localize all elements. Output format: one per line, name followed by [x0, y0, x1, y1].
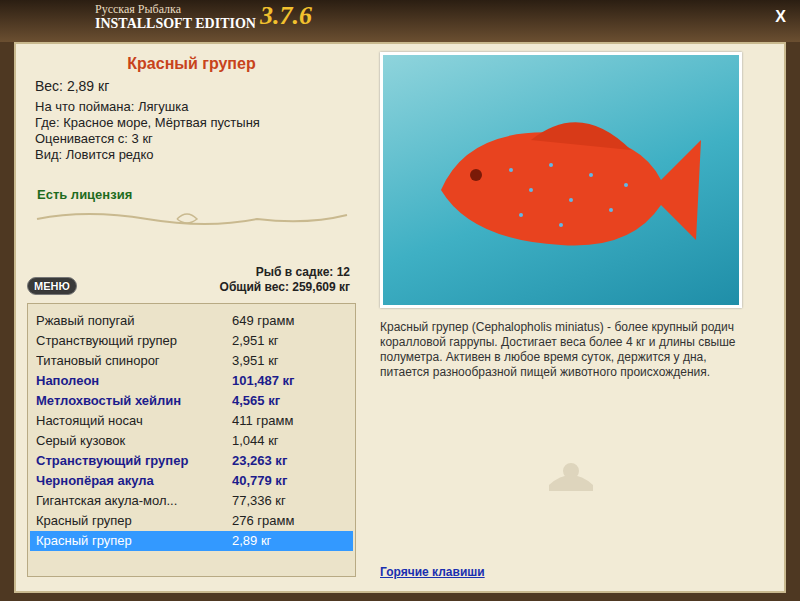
fish-name: Красный групер [27, 56, 356, 72]
catch-row-content: Чернопёрая акула40,779 кг [36, 471, 353, 491]
catch-row[interactable]: Серый кузовок1,044 кг [30, 431, 353, 451]
catch-row-content: Странствующий групер23,263 кг [36, 451, 353, 471]
game-logo: Русская Рыбалка INSTALLSOFT EDITION 3.7.… [95, 3, 312, 32]
catch-weight: 649 грамм [232, 311, 294, 331]
catch-weight: 276 грамм [232, 511, 294, 531]
catch-name: Гигантская акула-мол... [36, 491, 232, 511]
right-column: Красный групер (Cephalopholis miniatus) … [366, 44, 784, 591]
catch-name: Настоящий носач [36, 411, 232, 431]
catch-list: Ржавый попугай649 граммСтранствующий гру… [27, 303, 356, 577]
catch-weight: 2,951 кг [232, 331, 279, 351]
keepnet-count: Рыб в садке: 12 [220, 265, 350, 280]
fisherman-watermark-icon [541, 445, 601, 495]
catch-row[interactable]: Гигантская акула-мол...77,336 кг [30, 491, 353, 511]
watermark-area [380, 380, 762, 559]
fish-detail: На что поймана: Лягушка [27, 99, 356, 115]
license-status: Есть лицензия [27, 187, 356, 203]
catch-row[interactable]: Наполеон101,487 кг [30, 371, 353, 391]
catch-name: Метлохвостый хейлин [36, 391, 232, 411]
catch-name: Наполеон [36, 371, 232, 391]
catch-weight: 2,89 кг [232, 531, 271, 551]
fish-details: На что поймана: ЛягушкаГде: Красное море… [27, 99, 356, 163]
catch-row[interactable]: Красный групер2,89 кг [30, 531, 353, 551]
menu-button[interactable]: МЕНЮ [27, 277, 77, 295]
ornament-icon [27, 207, 357, 229]
parchment-panel: Красный групер Вес: 2,89 кг На что пойма… [14, 42, 786, 593]
catch-weight: 3,951 кг [232, 351, 279, 371]
catch-row-content: Гигантская акула-мол...77,336 кг [36, 491, 353, 511]
fish-description: Красный групер (Cephalopholis miniatus) … [380, 320, 742, 380]
logo-title: Русская Рыбалка [95, 3, 256, 16]
game-window: Русская Рыбалка INSTALLSOFT EDITION 3.7.… [0, 0, 800, 601]
catch-row-content: Настоящий носач411 грамм [36, 411, 353, 431]
fish-info: Красный групер Вес: 2,89 кг На что пойма… [27, 50, 356, 255]
catch-row[interactable]: Метлохвостый хейлин4,565 кг [30, 391, 353, 411]
catch-weight: 77,336 кг [232, 491, 286, 511]
catch-row[interactable]: Красный групер276 грамм [30, 511, 353, 531]
catch-row-content: Ржавый попугай649 грамм [36, 311, 353, 331]
fish-photo-icon [411, 80, 711, 280]
catch-row[interactable]: Титановый спинорог3,951 кг [30, 351, 353, 371]
catch-row[interactable]: Чернопёрая акула40,779 кг [30, 471, 353, 491]
catch-name: Красный групер [36, 531, 232, 551]
catch-row[interactable]: Настоящий носач411 грамм [30, 411, 353, 431]
catch-name: Титановый спинорог [36, 351, 232, 371]
logo-edition: INSTALLSOFT EDITION [95, 16, 256, 32]
catch-weight: 40,779 кг [232, 471, 287, 491]
keepnet-total: Общий вес: 259,609 кг [220, 280, 350, 295]
catch-row-content: Метлохвостый хейлин4,565 кг [36, 391, 353, 411]
catch-row-content: Красный групер2,89 кг [36, 531, 353, 551]
catch-row[interactable]: Странствующий групер23,263 кг [30, 451, 353, 471]
catch-name: Красный групер [36, 511, 232, 531]
catch-row[interactable]: Странствующий групер2,951 кг [30, 331, 353, 351]
catch-name: Чернопёрая акула [36, 471, 232, 491]
hotkeys-link[interactable]: Горячие клавиши [380, 565, 485, 579]
catch-row-content: Красный групер276 грамм [36, 511, 353, 531]
catch-row-content: Серый кузовок1,044 кг [36, 431, 353, 451]
catch-weight: 4,565 кг [232, 391, 280, 411]
catch-name: Серый кузовок [36, 431, 232, 451]
catch-name: Ржавый попугай [36, 311, 232, 331]
close-button[interactable]: X [771, 3, 790, 31]
catch-weight: 1,044 кг [232, 431, 279, 451]
title-bar: Русская Рыбалка INSTALLSOFT EDITION 3.7.… [0, 0, 800, 42]
catch-row-content: Наполеон101,487 кг [36, 371, 353, 391]
fish-weight: Вес: 2,89 кг [27, 78, 356, 94]
catch-name: Странствующий групер [36, 451, 232, 471]
fish-detail: Вид: Ловится редко [27, 147, 356, 163]
fish-detail: Где: Красное море, Мёртвая пустыня [27, 115, 356, 131]
logo-version: 3.7.6 [260, 3, 312, 29]
catch-weight: 101,487 кг [232, 371, 295, 391]
catch-row-content: Титановый спинорог3,951 кг [36, 351, 353, 371]
catch-weight: 411 грамм [232, 411, 293, 431]
keepnet-summary: Рыб в садке: 12 Общий вес: 259,609 кг [220, 265, 350, 295]
keepnet-row: МЕНЮ Рыб в садке: 12 Общий вес: 259,609 … [27, 255, 356, 295]
fish-detail: Оценивается с: 3 кг [27, 131, 356, 147]
catch-weight: 23,263 кг [232, 451, 287, 471]
fish-photo [380, 52, 742, 308]
catch-name: Странствующий групер [36, 331, 232, 351]
catch-row[interactable]: Ржавый попугай649 грамм [30, 311, 353, 331]
left-column: Красный групер Вес: 2,89 кг На что пойма… [16, 44, 366, 591]
catch-row-content: Странствующий групер2,951 кг [36, 331, 353, 351]
